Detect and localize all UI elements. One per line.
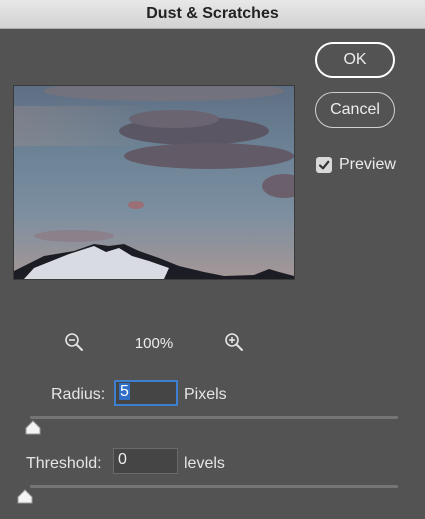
- preview-label: Preview: [339, 156, 396, 173]
- preview-image[interactable]: [13, 85, 295, 280]
- threshold-value: 0: [118, 451, 127, 468]
- cancel-button[interactable]: Cancel: [315, 92, 395, 128]
- checkmark-icon: [318, 160, 330, 170]
- zoom-out-icon[interactable]: [64, 332, 84, 357]
- dialog-title-bar: Dust & Scratches: [0, 0, 425, 29]
- radius-label: Radius:: [51, 386, 106, 403]
- zoom-controls: 100%: [0, 332, 300, 356]
- ok-button[interactable]: OK: [315, 42, 395, 78]
- threshold-slider-track[interactable]: [30, 485, 398, 488]
- preview-landscape: [14, 86, 294, 279]
- threshold-label: Threshold:: [26, 455, 102, 472]
- radius-value: 5: [119, 383, 130, 400]
- dialog-title: Dust & Scratches: [146, 5, 279, 22]
- zoom-in-icon[interactable]: [224, 332, 244, 357]
- threshold-unit: levels: [184, 455, 225, 472]
- radius-slider-track[interactable]: [30, 416, 398, 419]
- preview-toggle[interactable]: Preview: [316, 156, 396, 174]
- threshold-slider-thumb[interactable]: [16, 489, 34, 510]
- zoom-level: 100%: [134, 335, 174, 352]
- radius-input[interactable]: 5: [114, 380, 178, 406]
- preview-checkbox[interactable]: [316, 157, 332, 173]
- radius-unit: Pixels: [184, 386, 227, 403]
- threshold-input[interactable]: 0: [113, 448, 178, 474]
- radius-slider-thumb[interactable]: [24, 420, 42, 441]
